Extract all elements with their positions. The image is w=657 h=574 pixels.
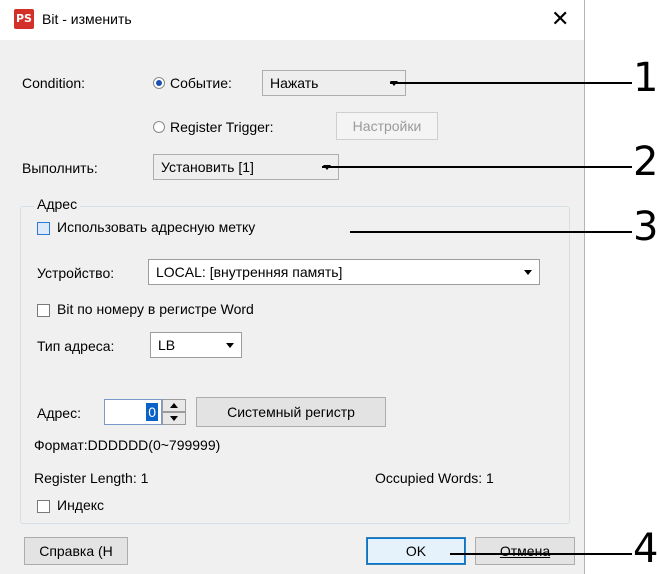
settings-button[interactable]: Настройки — [336, 112, 438, 140]
use-tag-checkbox[interactable] — [37, 222, 50, 235]
execute-dropdown-value: Установить [1] — [161, 159, 254, 175]
help-button[interactable]: Справка (Н — [24, 537, 128, 565]
device-label: Устройство: — [37, 265, 115, 281]
register-trigger-radio[interactable] — [153, 121, 165, 133]
address-input[interactable]: 0 — [104, 399, 162, 425]
ok-button[interactable]: OK — [366, 537, 466, 565]
callout-number-2: 2 — [633, 139, 657, 185]
dialog-window: PS Bit - изменить ✕ Condition: Событие: … — [0, 0, 585, 574]
close-icon[interactable]: ✕ — [551, 7, 569, 31]
event-radio-label[interactable]: Событие: — [170, 75, 232, 91]
use-tag-label[interactable]: Использовать адресную метку — [57, 219, 255, 235]
register-length-text: Register Length: 1 — [34, 470, 149, 486]
cancel-button[interactable]: Отмена — [475, 537, 575, 565]
device-dropdown-value: LOCAL: [внутренняя память] — [156, 264, 343, 280]
register-trigger-label[interactable]: Register Trigger: — [170, 119, 273, 135]
device-dropdown[interactable]: LOCAL: [внутренняя память] — [148, 259, 540, 285]
system-register-button[interactable]: Системный регистр — [196, 397, 386, 427]
title-bar: PS Bit - изменить ✕ — [0, 0, 584, 40]
index-checkbox[interactable] — [37, 500, 50, 513]
address-type-dropdown[interactable]: LB — [150, 332, 242, 358]
spin-down-icon[interactable] — [162, 412, 186, 425]
address-group-title: Адрес — [34, 196, 81, 212]
chevron-down-icon — [524, 270, 532, 275]
callout-number-4: 4 — [633, 526, 657, 572]
event-radio[interactable] — [153, 77, 165, 89]
address-type-label: Тип адреса: — [37, 338, 115, 354]
format-text: Формат:DDDDDD(0~799999) — [34, 437, 221, 453]
address-input-value: 0 — [146, 403, 158, 421]
address-spinner[interactable] — [162, 399, 188, 425]
execute-dropdown[interactable]: Установить [1] — [153, 154, 339, 180]
bit-by-word-label[interactable]: Bit по номеру в регистре Word — [57, 301, 254, 317]
address-type-value: LB — [158, 337, 176, 353]
address-label: Адрес: — [37, 405, 81, 421]
occupied-words-text: Occupied Words: 1 — [375, 470, 494, 486]
callout-line-1 — [390, 82, 632, 84]
callout-line-3 — [350, 231, 632, 233]
execute-label: Выполнить: — [22, 160, 98, 176]
condition-label: Condition: — [22, 75, 86, 91]
cancel-button-label: Отмена — [499, 543, 551, 559]
bit-by-word-checkbox[interactable] — [37, 304, 50, 317]
callout-number-1: 1 — [633, 55, 657, 101]
callout-line-4 — [450, 553, 632, 555]
callout-number-3: 3 — [633, 204, 657, 250]
index-label[interactable]: Индекс — [57, 497, 104, 513]
event-dropdown-value: Нажать — [270, 75, 319, 91]
chevron-down-icon — [226, 343, 234, 348]
event-dropdown[interactable]: Нажать — [262, 70, 406, 96]
window-title: Bit - изменить — [42, 11, 132, 27]
spin-up-icon[interactable] — [162, 399, 186, 412]
callout-line-2 — [322, 166, 632, 168]
app-icon: PS — [14, 9, 34, 29]
